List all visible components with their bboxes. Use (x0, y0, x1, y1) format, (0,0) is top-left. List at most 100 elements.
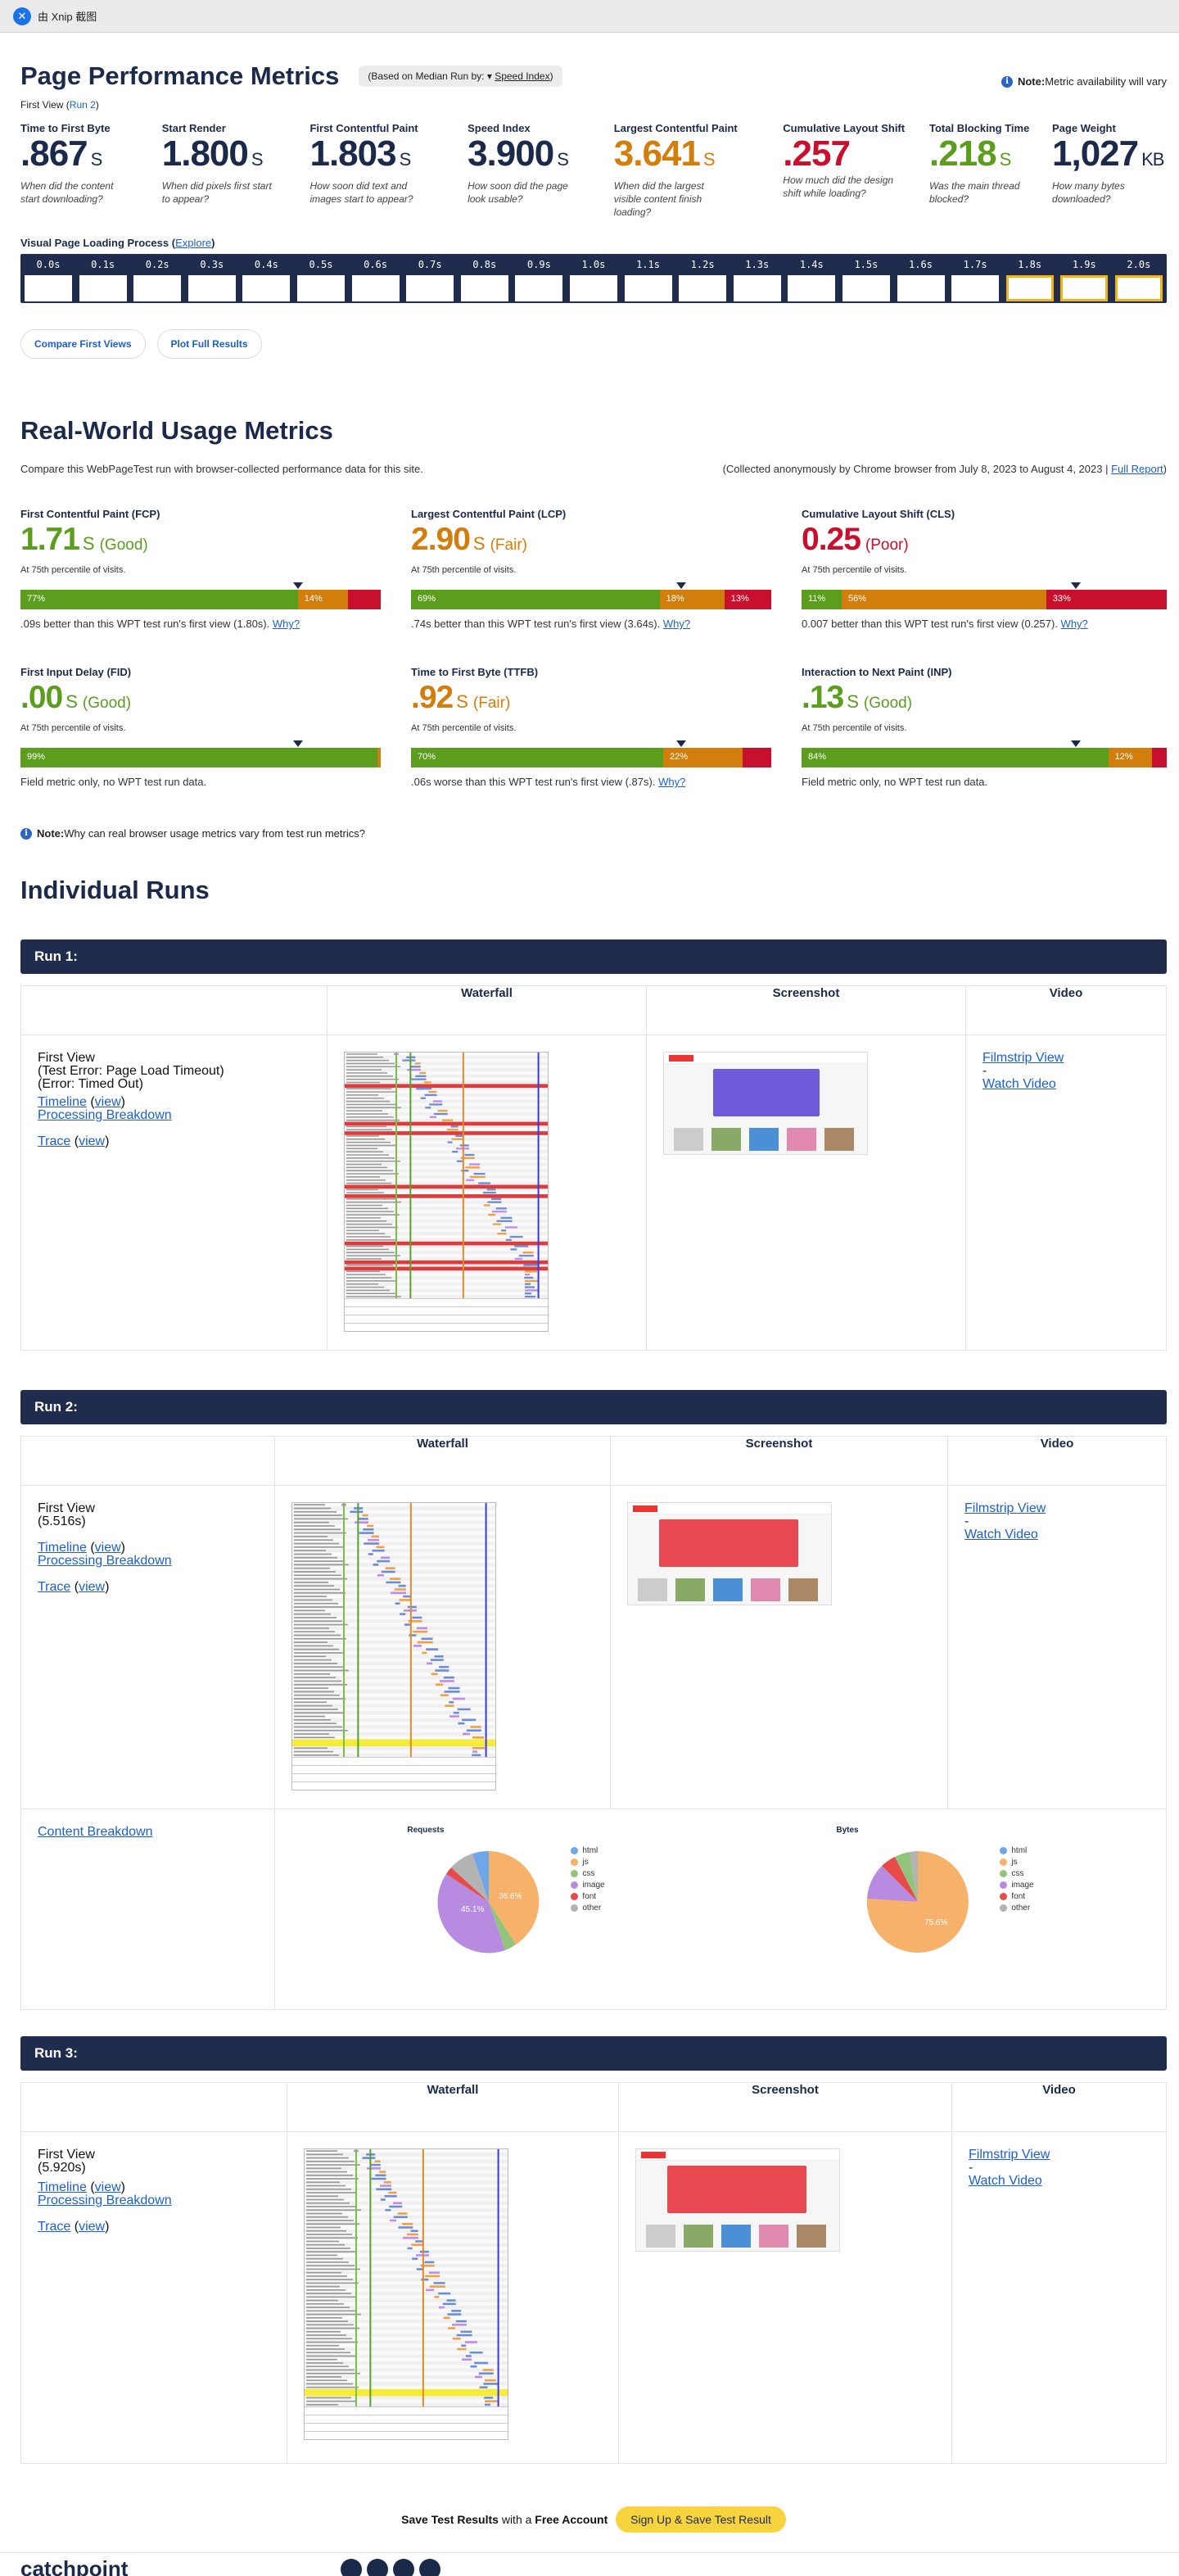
frame-thumbnail[interactable] (296, 275, 345, 301)
screenshot-product-tile (797, 2225, 826, 2248)
trace-link[interactable]: Trace (38, 1580, 70, 1594)
filmstrip-frame[interactable]: 1.7s (951, 254, 1000, 303)
frame-thumbnail[interactable] (624, 275, 672, 301)
waterfall-thumbnail[interactable] (344, 1052, 549, 1332)
metric-number: 3.641 (613, 134, 701, 174)
frame-thumbnail[interactable] (515, 275, 563, 301)
filmstrip-frame[interactable]: 1.5s (842, 254, 890, 303)
filmstrip-frame[interactable]: 1.9s (1060, 254, 1109, 303)
timeline-link[interactable]: Timeline (38, 1541, 87, 1555)
explore-link[interactable]: Explore (175, 237, 211, 249)
timeline-view-link[interactable]: view (95, 1541, 121, 1555)
frame-thumbnail[interactable] (1114, 275, 1163, 301)
frame-thumbnail[interactable] (242, 275, 291, 301)
metric-unit: S (557, 149, 569, 170)
filmstrip-frame[interactable]: 1.3s (733, 254, 781, 303)
linkedin-icon[interactable] (367, 2558, 389, 2576)
watch-video-link[interactable]: Watch Video (969, 2174, 1042, 2188)
waterfall-thumbnail[interactable] (291, 1502, 496, 1791)
full-report-link[interactable]: Full Report (1111, 463, 1163, 475)
why-link[interactable]: Why? (273, 618, 300, 630)
frame-thumbnail[interactable] (133, 275, 182, 301)
trace-link[interactable]: Trace (38, 1134, 70, 1148)
filmstrip-frame[interactable]: 0.2s (133, 254, 182, 303)
screenshot-thumbnail[interactable] (627, 1502, 832, 1605)
filmstrip-frame[interactable]: 1.4s (788, 254, 836, 303)
trace-view-link[interactable]: view (79, 1580, 105, 1594)
frame-thumbnail[interactable] (25, 275, 72, 301)
frame-thumbnail[interactable] (1005, 275, 1054, 301)
filmstrip-frame[interactable]: 1.2s (679, 254, 727, 303)
frame-time: 0.8s (472, 259, 497, 270)
legend-item-css: css (571, 1868, 604, 1880)
frame-thumbnail[interactable] (733, 275, 781, 301)
legend-item-css: css (1000, 1868, 1033, 1880)
filmstrip-frame[interactable]: 0.9s (515, 254, 563, 303)
filmstrip-frame[interactable]: 1.1s (624, 254, 672, 303)
filmstrip-frame[interactable]: 0.5s (296, 254, 345, 303)
filmstrip-frame[interactable]: 0.1s (79, 254, 127, 303)
frame-thumbnail[interactable] (460, 275, 508, 301)
run-2-link[interactable]: Run 2 (70, 99, 96, 111)
trace-view-link[interactable]: view (79, 2220, 105, 2234)
frame-thumbnail[interactable] (951, 275, 1000, 301)
filmstrip-frame[interactable]: 0.4s (242, 254, 291, 303)
timeline-link[interactable]: Timeline (38, 1095, 87, 1109)
filmstrip-view-link[interactable]: Filmstrip View (969, 2148, 1050, 2162)
median-run-selector[interactable]: (Based on Median Run by: ▾ Speed Index) (359, 66, 562, 87)
sign-up-button[interactable]: Sign Up & Save Test Result (616, 2506, 786, 2533)
compare-first-views-button[interactable]: Compare First Views (20, 329, 146, 359)
cwv-label: Interaction to Next Paint (INP) (802, 666, 952, 678)
filmstrip-frame[interactable]: 0.0s (25, 254, 72, 303)
processing-breakdown-link[interactable]: Processing Breakdown (38, 2193, 172, 2207)
frame-thumbnail[interactable] (406, 275, 454, 301)
watch-video-link[interactable]: Watch Video (982, 1077, 1056, 1091)
youtube-icon[interactable] (419, 2558, 441, 2576)
filmstrip-frame[interactable]: 0.6s (351, 254, 400, 303)
screenshot-thumbnail[interactable] (663, 1052, 868, 1155)
cwv-value: 2.90 S (Fair) (411, 520, 771, 565)
filmstrip-view-link[interactable]: Filmstrip View (964, 1501, 1046, 1515)
filmstrip-frame[interactable]: 0.7s (406, 254, 454, 303)
why-link[interactable]: Why? (1061, 618, 1088, 630)
processing-breakdown-link[interactable]: Processing Breakdown (38, 1108, 172, 1122)
frame-thumbnail[interactable] (788, 275, 836, 301)
frame-thumbnail[interactable] (187, 275, 236, 301)
frame-thumbnail[interactable] (79, 275, 127, 301)
trace-view-link[interactable]: view (79, 1134, 105, 1148)
frame-thumbnail[interactable] (569, 275, 617, 301)
filmstrip-frame[interactable]: 1.0s (569, 254, 617, 303)
cwv-value: 1.71 S (Good) (20, 520, 381, 565)
timeline-link[interactable]: Timeline (38, 2180, 87, 2194)
content-breakdown-link[interactable]: Content Breakdown (38, 1825, 153, 1839)
watch-video-link[interactable]: Watch Video (964, 1528, 1038, 1542)
frame-thumbnail[interactable] (897, 275, 945, 301)
frame-thumbnail[interactable] (1060, 275, 1109, 301)
timeline-view-link[interactable]: view (95, 1095, 121, 1109)
frame-thumbnail[interactable] (679, 275, 727, 301)
filmstrip-frame[interactable]: 1.8s (1005, 254, 1054, 303)
legend-item-other: other (1000, 1903, 1033, 1914)
cwv-comparison: Field metric only, no WPT test run data. (20, 776, 381, 788)
filmstrip-view-link[interactable]: Filmstrip View (982, 1051, 1064, 1065)
screenshot-banner (667, 2166, 806, 2213)
filmstrip-frame[interactable]: 0.3s (187, 254, 236, 303)
facebook-icon[interactable] (393, 2558, 415, 2576)
waterfall-thumbnail[interactable] (304, 2148, 508, 2440)
why-link[interactable]: Why? (658, 776, 685, 788)
why-link[interactable]: Why? (663, 618, 690, 630)
frame-thumbnail[interactable] (351, 275, 400, 301)
trace-link[interactable]: Trace (38, 2220, 70, 2234)
plot-full-results-button[interactable]: Plot Full Results (156, 329, 262, 359)
screenshot-thumbnail[interactable] (635, 2148, 840, 2252)
timeline-view-link[interactable]: view (95, 2180, 121, 2194)
filmstrip-frame[interactable]: 2.0s (1114, 254, 1163, 303)
filmstrip-frame[interactable]: 1.6s (897, 254, 945, 303)
median-select[interactable]: Speed Index (495, 70, 549, 82)
frame-thumbnail[interactable] (842, 275, 890, 301)
filmstrip-frame[interactable]: 0.8s (460, 254, 508, 303)
frame-time: 1.9s (1072, 259, 1096, 270)
metric-label: Time to First Byte (20, 122, 111, 134)
twitter-icon[interactable] (341, 2558, 363, 2576)
processing-breakdown-link[interactable]: Processing Breakdown (38, 1554, 172, 1568)
